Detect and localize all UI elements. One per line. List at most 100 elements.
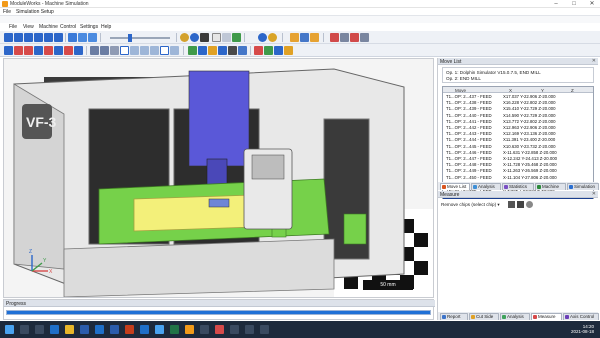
col-z[interactable]: Z xyxy=(571,88,574,93)
tab-measure[interactable]: Measure xyxy=(531,313,562,320)
simulation-viewport[interactable]: VF-3 Z X Y 50 mm xyxy=(3,58,434,298)
edge-icon[interactable] xyxy=(50,325,59,334)
col-y[interactable]: Y xyxy=(541,88,544,93)
menu2-control[interactable]: Control xyxy=(60,24,76,30)
table-row[interactable]: T1...OP: 2...439 - FEED X15.410 Y-22.729 … xyxy=(443,106,593,111)
machine-icon[interactable] xyxy=(218,46,227,55)
menu2-help[interactable]: Help xyxy=(101,24,111,30)
view-iso-icon[interactable] xyxy=(64,46,73,55)
cube-icon[interactable] xyxy=(212,33,221,42)
view-front-icon[interactable] xyxy=(4,46,13,55)
table-row[interactable]: T1...OP: 2...449 - FEED X-11.263 Y-26.569… xyxy=(443,168,593,173)
tab-simulation[interactable]: Simulation xyxy=(567,183,599,190)
step-forward-icon[interactable] xyxy=(44,33,53,42)
view-left-icon[interactable] xyxy=(24,46,33,55)
minimize-button[interactable]: – xyxy=(547,0,565,8)
view-back-icon[interactable] xyxy=(14,46,23,55)
misc-app3-icon[interactable] xyxy=(230,325,239,334)
stop-icon[interactable] xyxy=(68,33,77,42)
misc-app2-icon[interactable] xyxy=(215,325,224,334)
sphere-icon[interactable] xyxy=(180,33,189,42)
misc-app-icon[interactable] xyxy=(200,325,209,334)
table-row[interactable]: T1...OP: 2...446 - FEED X-11.631 Y-22.858… xyxy=(443,150,593,155)
zoom-window-icon[interactable] xyxy=(160,46,169,55)
chip-reset-icon[interactable] xyxy=(526,201,533,208)
chip-tool-icon[interactable] xyxy=(508,201,515,208)
table-row[interactable]: T1...OP: 2...442 - FEED X12.963 Y-22.906 … xyxy=(443,125,593,130)
fast-forward-icon[interactable] xyxy=(54,33,63,42)
refresh-icon[interactable] xyxy=(88,33,97,42)
pause-icon[interactable] xyxy=(34,33,43,42)
redo-view-icon[interactable] xyxy=(100,46,109,55)
system-clock[interactable]: 14:20 2021-08-18 xyxy=(571,324,594,334)
fit-icon[interactable] xyxy=(300,33,309,42)
table-row[interactable]: T1...OP: 2...437 - FEED X17.037 Y-22.906 … xyxy=(443,94,593,99)
speed-slider-track[interactable] xyxy=(110,34,170,42)
col-x[interactable]: X xyxy=(509,88,512,93)
maximize-button[interactable]: □ xyxy=(565,0,583,8)
tab-cut-side[interactable]: Cut Side xyxy=(469,313,499,320)
panel-close-icon[interactable]: ✕ xyxy=(592,58,596,64)
step-back-icon[interactable] xyxy=(14,33,23,42)
fixture-icon[interactable] xyxy=(228,46,237,55)
close-button[interactable]: ✕ xyxy=(583,0,600,8)
toolpath-icon[interactable] xyxy=(208,46,217,55)
cut-icon[interactable] xyxy=(350,33,359,42)
table-row[interactable]: T1...OP: 2...441 - FEED X13.772 Y-22.802 … xyxy=(443,119,593,124)
teams-icon[interactable] xyxy=(140,325,149,334)
compare-icon[interactable] xyxy=(254,46,263,55)
light-icon[interactable] xyxy=(268,33,277,42)
view-iso2-icon[interactable] xyxy=(74,46,83,55)
wrench-icon[interactable] xyxy=(360,33,369,42)
menu2-machine[interactable]: Machine xyxy=(39,24,58,30)
section-icon[interactable] xyxy=(274,46,283,55)
rotate-icon[interactable] xyxy=(130,46,139,55)
speed-slider-handle[interactable] xyxy=(128,34,132,42)
play-icon[interactable] xyxy=(24,33,33,42)
tool-icon[interactable] xyxy=(198,46,207,55)
tab-move-list[interactable]: Move List xyxy=(440,183,470,190)
select-cursor-icon[interactable] xyxy=(120,46,129,55)
tab-analysis[interactable]: Analysis xyxy=(500,313,530,320)
search-icon[interactable] xyxy=(20,325,29,334)
explorer-icon[interactable] xyxy=(65,325,74,334)
tab-axis-control[interactable]: Axis Control xyxy=(563,313,599,320)
expand-icon[interactable] xyxy=(310,33,319,42)
display-mode-icon[interactable] xyxy=(200,33,209,42)
collision-icon[interactable] xyxy=(232,33,241,42)
start-icon[interactable] xyxy=(5,325,14,334)
table-row[interactable]: T1...OP: 2...443 - FEED X12.169 Y-23.136 … xyxy=(443,131,593,136)
view-right-icon[interactable] xyxy=(34,46,43,55)
view-bottom-icon[interactable] xyxy=(54,46,63,55)
rewind-icon[interactable] xyxy=(4,33,13,42)
menu2-settings[interactable]: Settings xyxy=(80,24,98,30)
table-row[interactable]: T1...OP: 2...448 - FEED X-11.728 Y-25.468… xyxy=(443,162,593,167)
measure-close-icon[interactable]: ✕ xyxy=(592,191,596,197)
zoom-fit-icon[interactable] xyxy=(170,46,179,55)
tab-analysis[interactable]: Analysis xyxy=(471,183,501,190)
word2-icon[interactable] xyxy=(110,325,119,334)
tab-machine[interactable]: Machine xyxy=(535,183,566,190)
verify-icon[interactable] xyxy=(264,46,273,55)
app-icon[interactable] xyxy=(155,325,164,334)
table-row[interactable]: T1...OP: 2...440 - FEED X14.590 Y-22.729 … xyxy=(443,113,593,118)
view-top-icon[interactable] xyxy=(44,46,53,55)
misc-app4-icon[interactable] xyxy=(245,325,254,334)
word-icon[interactable] xyxy=(80,325,89,334)
grid-icon[interactable] xyxy=(222,33,231,42)
table-row[interactable]: T1...OP: 2...438 - FEED X16.228 Y-22.802 … xyxy=(443,100,593,105)
outlook-icon[interactable] xyxy=(95,325,104,334)
tools-icon[interactable] xyxy=(340,33,349,42)
task-view-icon[interactable] xyxy=(35,325,44,334)
table-row[interactable]: T1...OP: 2...444 - FEED X11.391 Y-23.400 … xyxy=(443,137,593,142)
measure-tool-icon[interactable] xyxy=(284,46,293,55)
remove-chips-select[interactable]: Remove chips (select chip) ▾ xyxy=(441,202,500,208)
tab-statistics[interactable]: Statistics xyxy=(502,183,534,190)
undo-view-icon[interactable] xyxy=(90,46,99,55)
powerpoint-icon[interactable] xyxy=(125,325,134,334)
menu2-view[interactable]: View xyxy=(23,24,34,30)
pin-icon[interactable] xyxy=(330,33,339,42)
globe-icon[interactable] xyxy=(190,33,199,42)
chip-remove-icon[interactable] xyxy=(517,201,524,208)
workpiece-icon[interactable] xyxy=(238,46,247,55)
